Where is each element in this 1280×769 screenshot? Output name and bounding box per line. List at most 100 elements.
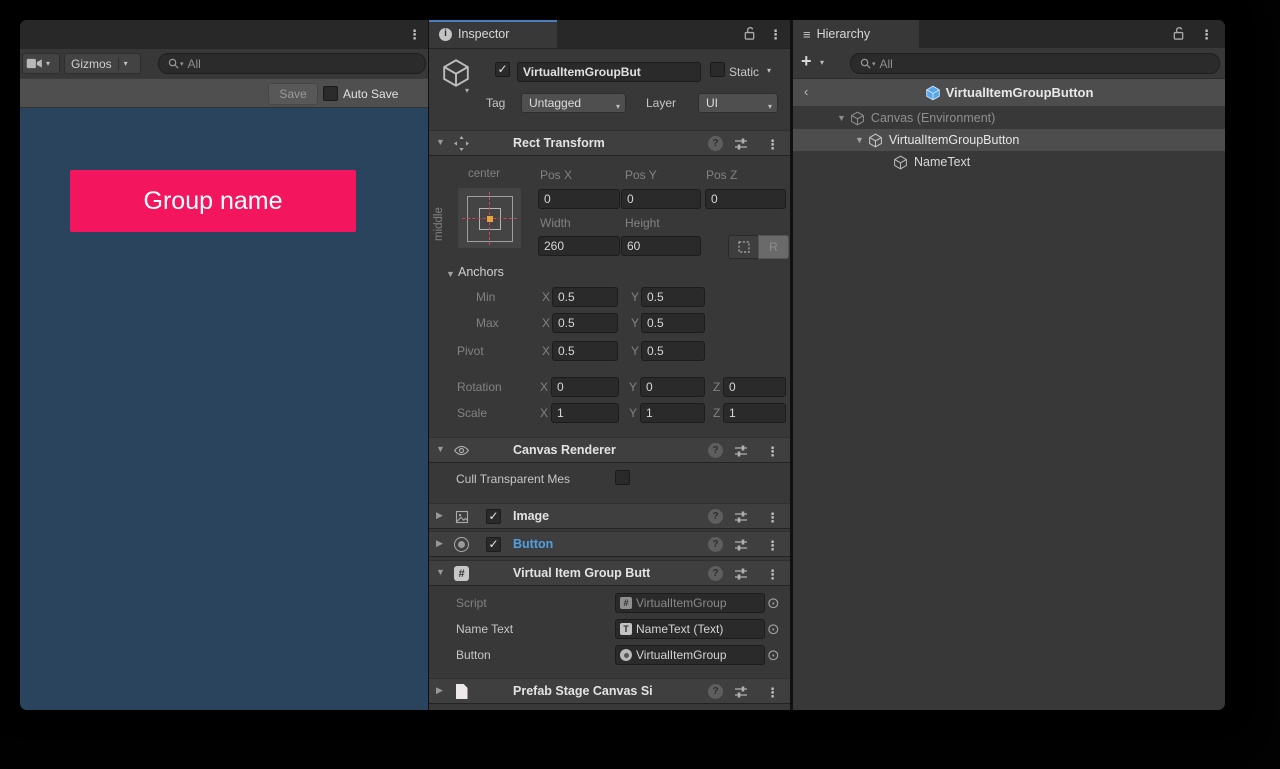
static-checkbox[interactable] (710, 62, 725, 77)
height-input[interactable]: 60 (621, 236, 701, 256)
tag-dropdown[interactable]: Untagged▾ (521, 93, 626, 113)
raw-edit-mode-button[interactable]: R (758, 235, 789, 259)
image-enabled-checkbox[interactable]: ✓ (486, 509, 501, 524)
object-picker-icon[interactable]: ⊙ (767, 622, 780, 637)
rotation-y-input[interactable]: 0 (640, 377, 705, 397)
anchor-min-y-input[interactable]: 0.5 (641, 287, 705, 307)
gameobject-active-checkbox[interactable]: ✓ (495, 62, 510, 77)
search-icon (167, 57, 180, 70)
anchor-min-x-input[interactable]: 0.5 (552, 287, 618, 307)
help-icon[interactable]: ? (708, 537, 723, 552)
pivot-y-input[interactable]: 0.5 (641, 341, 705, 361)
pos-z-input[interactable]: 0 (705, 189, 786, 209)
foldout-closed-icon[interactable]: ▶ (436, 539, 443, 548)
prefab-title[interactable]: VirtualItemGroupButton (946, 85, 1094, 100)
foldout-open-icon[interactable]: ▼ (436, 445, 445, 454)
tree-row-nametext[interactable]: NameText (793, 151, 1225, 173)
kebab-menu-icon[interactable]: ⋮ (766, 568, 779, 581)
hierarchy-search-input[interactable]: ▾ All (850, 53, 1220, 74)
help-icon[interactable]: ? (708, 509, 723, 524)
rotation-x-input[interactable]: 0 (551, 377, 619, 397)
lock-icon[interactable] (743, 26, 756, 41)
scene-kebab-menu-icon[interactable]: ⋮ (408, 28, 421, 41)
button-component-header[interactable]: ▶ ✓ Button ? ⋮ (429, 531, 790, 557)
help-icon[interactable]: ? (708, 136, 723, 151)
foldout-open-icon[interactable]: ▼ (837, 113, 846, 123)
virtual-item-group-button-header[interactable]: ▼ # Virtual Item Group Butt ? ⋮ (429, 560, 790, 586)
rotation-z-input[interactable]: 0 (723, 377, 786, 397)
image-component-header[interactable]: ▶ ✓ Image ? ⋮ (429, 503, 790, 529)
preset-icon[interactable] (733, 566, 749, 582)
gizmos-dropdown[interactable]: Gizmos ▾ (64, 53, 141, 74)
axis-y-label: Y (629, 406, 637, 420)
blueprint-mode-button[interactable] (728, 235, 760, 259)
rect-transform-header[interactable]: ▼ Rect Transform ? ⋮ (429, 130, 790, 156)
gameobject-name-field[interactable]: VirtualItemGroupBut (517, 62, 701, 82)
save-button[interactable]: Save (268, 83, 318, 105)
pos-x-input[interactable]: 0 (538, 189, 620, 209)
create-button[interactable]: + (801, 51, 812, 72)
kebab-menu-icon[interactable]: ⋮ (766, 445, 779, 458)
anchor-preset-widget[interactable] (458, 188, 521, 248)
foldout-open-icon[interactable]: ▼ (436, 138, 445, 147)
back-arrow-icon[interactable]: ‹ (804, 84, 808, 99)
name-text-object-field[interactable]: T NameText (Text) (615, 619, 765, 639)
preset-icon[interactable] (733, 136, 749, 152)
cull-transparent-mesh-checkbox[interactable] (615, 470, 630, 485)
layer-dropdown[interactable]: UI▾ (698, 93, 778, 113)
static-dropdown-chevron-icon[interactable]: ▾ (767, 66, 771, 75)
auto-save-checkbox[interactable] (323, 86, 338, 101)
foldout-open-icon[interactable]: ▼ (855, 135, 864, 145)
hierarchy-kebab-menu-icon[interactable]: ⋮ (1200, 28, 1213, 41)
component-title: Canvas Renderer (513, 443, 616, 457)
tree-row-virtual-item-group-button[interactable]: ▼ VirtualItemGroupButton (793, 129, 1225, 151)
foldout-closed-icon[interactable]: ▶ (436, 511, 443, 520)
tree-item-label: NameText (914, 155, 970, 169)
gameobject-cube-icon[interactable] (441, 58, 471, 88)
tab-hierarchy[interactable]: ≡ Hierarchy (793, 20, 919, 48)
group-button-preview[interactable]: Group name (70, 170, 356, 232)
scene-camera-dropdown[interactable]: ▾ (22, 53, 60, 74)
create-dropdown-chevron-icon[interactable]: ▾ (820, 58, 824, 67)
scale-x-input[interactable]: 1 (551, 403, 619, 423)
foldout-closed-icon[interactable]: ▶ (436, 686, 443, 695)
help-icon[interactable]: ? (708, 443, 723, 458)
tree-row-canvas[interactable]: ▼ Canvas (Environment) (793, 107, 1225, 129)
preset-icon[interactable] (733, 443, 749, 459)
anchors-foldout-icon[interactable]: ▼ (446, 269, 455, 279)
kebab-menu-icon[interactable]: ⋮ (766, 539, 779, 552)
inspector-tab-label: Inspector (458, 27, 509, 41)
preset-icon[interactable] (733, 537, 749, 553)
pivot-x-input[interactable]: 0.5 (552, 341, 618, 361)
kebab-menu-icon[interactable]: ⋮ (766, 138, 779, 151)
button-object-field[interactable]: VirtualItemGroup (615, 645, 765, 665)
tree-item-label: Canvas (Environment) (871, 111, 995, 125)
prefab-stage-header[interactable]: ▶ Prefab Stage Canvas Si ? ⋮ (429, 678, 790, 704)
script-object-field[interactable]: # VirtualItemGroup (615, 593, 765, 613)
scene-viewport[interactable]: Group name (20, 108, 428, 710)
prefab-cube-icon (925, 85, 941, 101)
inspector-kebab-menu-icon[interactable]: ⋮ (769, 28, 782, 41)
pos-y-input[interactable]: 0 (621, 189, 701, 209)
kebab-menu-icon[interactable]: ⋮ (766, 511, 779, 524)
foldout-open-icon[interactable]: ▼ (436, 568, 445, 577)
scene-search-input[interactable]: ▾ All (158, 53, 426, 74)
object-picker-icon[interactable]: ⊙ (767, 648, 780, 663)
kebab-menu-icon[interactable]: ⋮ (766, 686, 779, 699)
chevron-down-icon: ▾ (119, 59, 133, 68)
scale-z-input[interactable]: 1 (723, 403, 786, 423)
preset-icon[interactable] (733, 684, 749, 700)
scale-y-input[interactable]: 1 (640, 403, 705, 423)
anchor-max-x-input[interactable]: 0.5 (552, 313, 618, 333)
lock-icon[interactable] (1172, 26, 1185, 41)
preset-icon[interactable] (733, 509, 749, 525)
help-icon[interactable]: ? (708, 566, 723, 581)
width-input[interactable]: 260 (538, 236, 620, 256)
tab-inspector[interactable]: i Inspector (429, 20, 557, 48)
anchor-max-y-input[interactable]: 0.5 (641, 313, 705, 333)
canvas-renderer-header[interactable]: ▼ Canvas Renderer ? ⋮ (429, 437, 790, 463)
icon-picker-chevron-icon[interactable]: ▾ (465, 86, 469, 95)
button-enabled-checkbox[interactable]: ✓ (486, 537, 501, 552)
object-picker-icon[interactable]: ⊙ (767, 596, 780, 611)
help-icon[interactable]: ? (708, 684, 723, 699)
